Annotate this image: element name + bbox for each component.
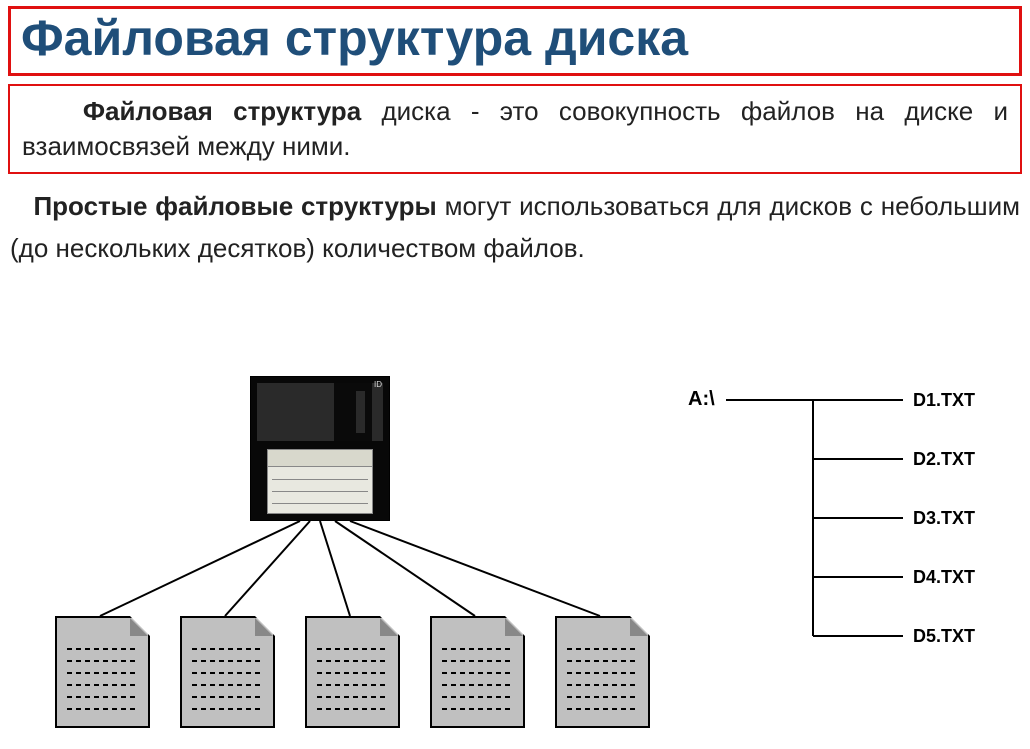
tree-item: D1.TXT xyxy=(913,390,975,411)
document-icon xyxy=(305,616,400,728)
diagram-area: ID A:\ D1.TXT D2.TXT D3. xyxy=(0,376,1030,746)
definition-bold: Файловая структура xyxy=(83,96,361,126)
tree-item: D3.TXT xyxy=(913,508,975,529)
tree-item: D5.TXT xyxy=(913,626,975,647)
floppy-disk-icon: ID xyxy=(250,376,390,521)
definition-text: Файловая структура диска - это совокупно… xyxy=(22,94,1008,164)
document-icon xyxy=(430,616,525,728)
document-icon xyxy=(555,616,650,728)
title-box: Файловая структура диска xyxy=(8,6,1022,76)
page-title: Файловая структура диска xyxy=(21,9,1009,67)
document-icon xyxy=(180,616,275,728)
tree-item: D4.TXT xyxy=(913,567,975,588)
tree-item: D2.TXT xyxy=(913,449,975,470)
paragraph: Простые файловые структуры могут использ… xyxy=(10,186,1020,269)
paragraph-bold: Простые файловые структуры xyxy=(33,191,436,221)
document-icon xyxy=(55,616,150,728)
definition-box: Файловая структура диска - это совокупно… xyxy=(8,84,1022,174)
file-tree: A:\ D1.TXT D2.TXT D3.TXT D4.TXT D5.TXT xyxy=(688,376,1008,676)
